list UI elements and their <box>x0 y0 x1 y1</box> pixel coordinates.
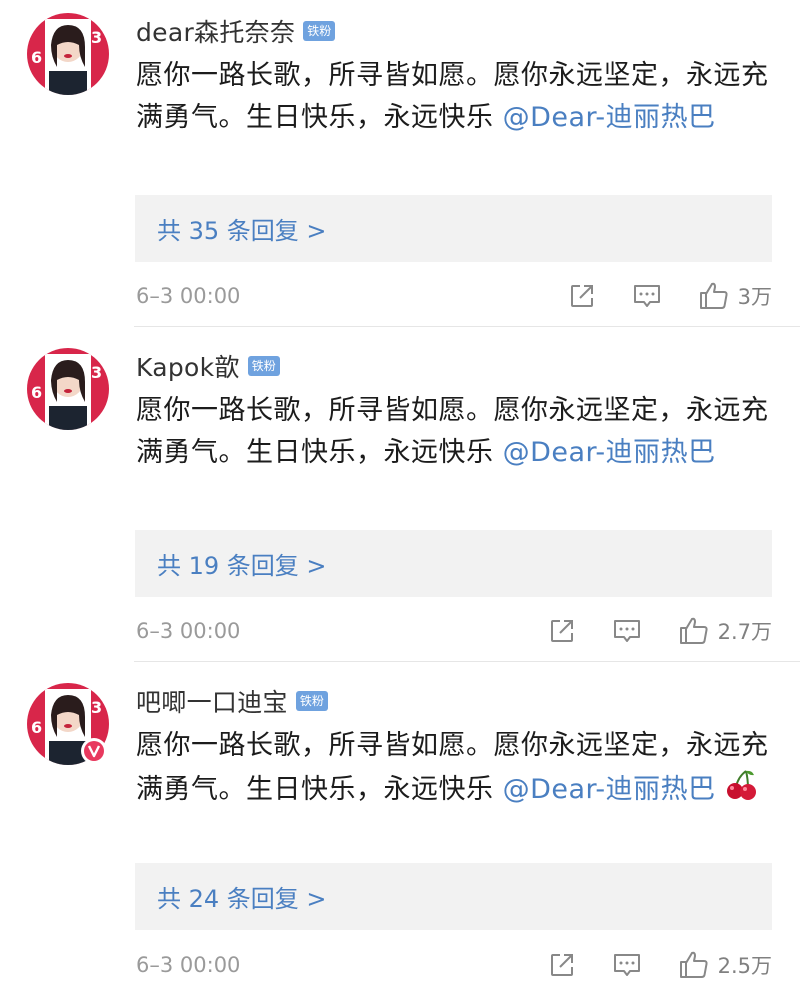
mention-link[interactable]: @Dear-迪丽热巴 <box>503 774 716 805</box>
thumbs-up-icon <box>679 617 708 644</box>
like-button[interactable]: 2.5万 <box>678 950 772 980</box>
svg-text:3: 3 <box>91 28 102 47</box>
comment-meta: 6–3 00:00 2.5万 <box>136 948 772 982</box>
comment-text: 愿你一路长歌，所寻皆如愿。愿你永远坚定，永远充满勇气。生日快乐，永远快乐 @De… <box>136 725 786 814</box>
mention-link[interactable]: @Dear-迪丽热巴 <box>503 437 716 468</box>
share-icon <box>550 620 573 642</box>
fan-badge: 铁粉 <box>247 356 280 376</box>
thumbs-up-icon <box>679 951 708 978</box>
reply-button[interactable] <box>612 617 642 645</box>
vip-badge-icon <box>84 741 104 761</box>
username[interactable]: Kapok歆 <box>136 348 240 384</box>
thumbs-up-icon <box>699 282 728 309</box>
comment-text: 愿你一路长歌，所寻皆如愿。愿你永远坚定，永远充满勇气。生日快乐，永远快乐 @De… <box>136 55 786 139</box>
timestamp: 6–3 00:00 <box>136 284 241 308</box>
cherry-emoji <box>724 767 758 814</box>
replies-link[interactable]: 共 35 条回复 > <box>135 195 772 262</box>
like-count: 2.7万 <box>717 620 772 644</box>
name-row: dear森托奈奈 铁粉 <box>136 13 336 49</box>
reply-button[interactable] <box>632 282 662 310</box>
share-button[interactable] <box>548 951 576 979</box>
comment-item: 6 3 dear森托奈奈 铁粉 愿你一路长歌，所寻皆如愿。愿你永远坚定，永远充满… <box>0 0 800 327</box>
fan-badge: 铁粉 <box>303 21 336 41</box>
like-button[interactable]: 3万 <box>698 281 772 311</box>
avatar[interactable]: 6 3 <box>27 13 109 95</box>
mention-link[interactable]: @Dear-迪丽热巴 <box>503 102 716 133</box>
replies-link[interactable]: 共 19 条回复 > <box>135 530 772 597</box>
share-icon <box>550 954 573 976</box>
comment-item: 6 3 吧唧一口迪宝 铁粉 愿你一路长歌，所寻皆如愿。愿你永远坚定，永远充满勇气… <box>0 663 800 994</box>
comment-meta: 6–3 00:00 2.7万 <box>136 614 772 648</box>
comment-icon <box>613 620 640 642</box>
svg-text:6: 6 <box>31 383 42 402</box>
cherry-icon <box>726 770 756 800</box>
fan-badge: 铁粉 <box>295 691 328 711</box>
share-icon <box>570 285 593 307</box>
username[interactable]: dear森托奈奈 <box>136 13 295 49</box>
avatar-image: 6 3 <box>27 13 109 95</box>
svg-text:3: 3 <box>91 363 102 382</box>
comment-icon <box>633 285 660 307</box>
timestamp: 6–3 00:00 <box>136 953 241 977</box>
divider <box>134 326 800 327</box>
vip-badge <box>81 738 107 764</box>
comment-item: 6 3 Kapok歆 铁粉 愿你一路长歌，所寻皆如愿。愿你永远坚定，永远充满勇气… <box>0 328 800 662</box>
share-button[interactable] <box>548 617 576 645</box>
svg-text:3: 3 <box>91 698 102 717</box>
svg-text:6: 6 <box>31 48 42 67</box>
comment-icon <box>613 954 640 976</box>
username[interactable]: 吧唧一口迪宝 <box>136 683 288 719</box>
avatar-image: 6 3 <box>27 348 109 430</box>
timestamp: 6–3 00:00 <box>136 619 241 643</box>
share-button[interactable] <box>568 282 596 310</box>
comment-text: 愿你一路长歌，所寻皆如愿。愿你永远坚定，永远充满勇气。生日快乐，永远快乐 @De… <box>136 390 786 474</box>
reply-button[interactable] <box>612 951 642 979</box>
replies-link[interactable]: 共 24 条回复 > <box>135 863 772 930</box>
name-row: 吧唧一口迪宝 铁粉 <box>136 684 328 718</box>
svg-text:6: 6 <box>31 718 42 737</box>
name-row: Kapok歆 铁粉 <box>136 349 280 383</box>
divider <box>134 661 800 662</box>
comment-meta: 6–3 00:00 3万 <box>136 279 772 313</box>
like-button[interactable]: 2.7万 <box>678 616 772 646</box>
comment-feed: 6 3 dear森托奈奈 铁粉 愿你一路长歌，所寻皆如愿。愿你永远坚定，永远充满… <box>0 0 800 994</box>
avatar[interactable]: 6 3 <box>27 348 109 430</box>
like-count: 2.5万 <box>717 954 772 978</box>
like-count: 3万 <box>737 285 772 309</box>
